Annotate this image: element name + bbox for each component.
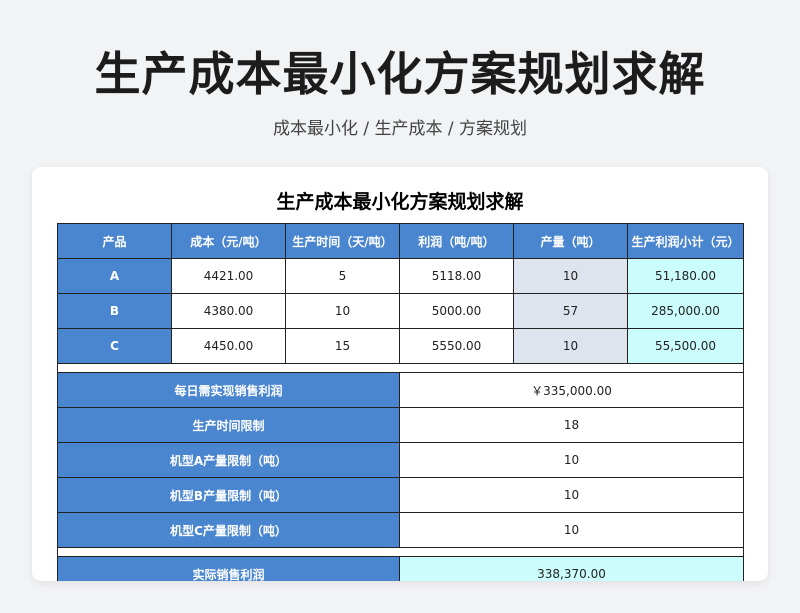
header-cell-product[interactable]: 产品 [57, 223, 172, 259]
page-subtitle: 成本最小化 / 生产成本 / 方案规划 [272, 119, 528, 139]
table-row: B 4380.00 10 5000.00 57 285,000.00 [57, 293, 744, 329]
table-row: A 4421.00 5 5118.00 10 51,180.00 [57, 258, 744, 294]
constraint-label-cell[interactable]: 机型B产量限制（吨） [57, 477, 400, 513]
result-row: 实际销售利润 338,370.00 [57, 556, 744, 581]
cost-cell[interactable]: 4421.00 [171, 258, 286, 294]
constraint-row: 机型A产量限制（吨） 10 [57, 442, 744, 478]
profit-cell[interactable]: 5118.00 [399, 258, 514, 294]
constraint-row: 每日需实现销售利润 ￥335,000.00 [57, 372, 744, 408]
spacer-row [57, 547, 744, 557]
header-cell-cost[interactable]: 成本（元/吨） [171, 223, 286, 259]
constraint-label-cell[interactable]: 机型C产量限制（吨） [57, 512, 400, 548]
constraint-value-cell[interactable]: 10 [399, 442, 744, 478]
product-cell[interactable]: C [57, 328, 172, 364]
header-cell-output[interactable]: 产量（吨） [513, 223, 628, 259]
constraint-value-cell[interactable]: 18 [399, 407, 744, 443]
time-cell[interactable]: 10 [285, 293, 400, 329]
header-cell-time[interactable]: 生产时间（天/吨） [285, 223, 400, 259]
constraint-value-cell[interactable]: 10 [399, 512, 744, 548]
spacer-row [57, 363, 744, 373]
output-cell[interactable]: 10 [513, 328, 628, 364]
table-row: C 4450.00 15 5550.00 10 55,500.00 [57, 328, 744, 364]
result-value-cell[interactable]: 338,370.00 [399, 556, 744, 581]
output-cell[interactable]: 57 [513, 293, 628, 329]
constraint-value-cell[interactable]: ￥335,000.00 [399, 372, 744, 408]
header-cell-subtotal[interactable]: 生产利润小计（元） [627, 223, 744, 259]
output-cell[interactable]: 10 [513, 258, 628, 294]
spreadsheet-card: 生产成本最小化方案规划求解 产品 成本（元/吨） 生产时间（天/吨） 利润（吨/… [32, 167, 768, 581]
product-cell[interactable]: B [57, 293, 172, 329]
constraint-label-cell[interactable]: 机型A产量限制（吨） [57, 442, 400, 478]
subtotal-cell[interactable]: 285,000.00 [627, 293, 744, 329]
subtotal-cell[interactable]: 51,180.00 [627, 258, 744, 294]
profit-cell[interactable]: 5550.00 [399, 328, 514, 364]
sheet-title: 生产成本最小化方案规划求解 [276, 191, 524, 213]
constraint-row: 机型C产量限制（吨） 10 [57, 512, 744, 548]
time-cell[interactable]: 5 [285, 258, 400, 294]
cost-table: 产品 成本（元/吨） 生产时间（天/吨） 利润（吨/吨） 产量（吨） 生产利润小… [57, 223, 744, 581]
table-header-row: 产品 成本（元/吨） 生产时间（天/吨） 利润（吨/吨） 产量（吨） 生产利润小… [57, 223, 744, 259]
constraint-label-cell[interactable]: 生产时间限制 [57, 407, 400, 443]
subtotal-cell[interactable]: 55,500.00 [627, 328, 744, 364]
constraint-label-cell[interactable]: 每日需实现销售利润 [57, 372, 400, 408]
cost-cell[interactable]: 4380.00 [171, 293, 286, 329]
constraint-value-cell[interactable]: 10 [399, 477, 744, 513]
constraint-row: 机型B产量限制（吨） 10 [57, 477, 744, 513]
cost-cell[interactable]: 4450.00 [171, 328, 286, 364]
result-label-cell[interactable]: 实际销售利润 [57, 556, 400, 581]
header-cell-profit[interactable]: 利润（吨/吨） [399, 223, 514, 259]
time-cell[interactable]: 15 [285, 328, 400, 364]
page-title: 生产成本最小化方案规划求解 [94, 47, 706, 101]
constraint-row: 生产时间限制 18 [57, 407, 744, 443]
profit-cell[interactable]: 5000.00 [399, 293, 514, 329]
product-cell[interactable]: A [57, 258, 172, 294]
